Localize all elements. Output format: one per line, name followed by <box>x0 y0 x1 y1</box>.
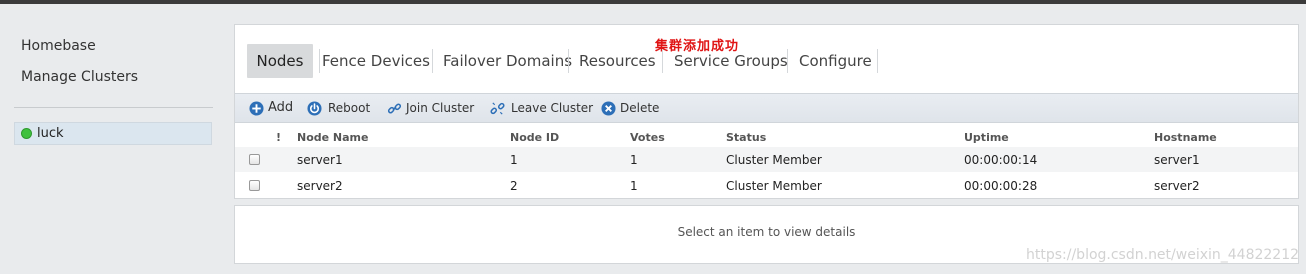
col-header-uptime[interactable]: Uptime <box>964 131 1009 144</box>
toolbar: Add Reboot Join Cluster Leave Cluster De… <box>235 93 1298 123</box>
sidebar-divider <box>14 107 213 108</box>
join-cluster-label: Join Cluster <box>406 101 475 115</box>
row-checkbox[interactable] <box>249 180 260 191</box>
cluster-name: luck <box>37 126 64 141</box>
col-header-node-name[interactable]: Node Name <box>297 131 368 144</box>
link-icon <box>387 103 402 114</box>
table-row[interactable]: server2 2 1 Cluster Member 00:00:00:28 s… <box>235 173 1298 198</box>
tab-resources[interactable]: Resources <box>579 44 656 78</box>
tab-bar: 集群添加成功 Nodes Fence Devices Failover Doma… <box>235 25 1298 93</box>
details-placeholder: Select an item to view details <box>677 225 856 239</box>
unlink-icon <box>490 102 505 115</box>
nav-manage-clusters[interactable]: Manage Clusters <box>21 69 138 85</box>
tab-separator <box>787 49 788 73</box>
cell-uptime: 00:00:00:14 <box>964 153 1038 167</box>
cell-hostname: server1 <box>1154 153 1200 167</box>
add-label: Add <box>268 100 294 115</box>
col-header-status[interactable]: Status <box>726 131 766 144</box>
col-header-votes[interactable]: Votes <box>630 131 665 144</box>
tab-separator <box>662 49 663 73</box>
tab-configure[interactable]: Configure <box>799 44 872 78</box>
cell-status: Cluster Member <box>726 153 822 167</box>
cell-votes: 1 <box>630 153 638 167</box>
cell-node-id: 1 <box>510 153 518 167</box>
cell-hostname: server2 <box>1154 179 1200 193</box>
tab-nodes[interactable]: Nodes <box>247 44 313 78</box>
tab-separator <box>432 49 433 73</box>
delete-label: Delete <box>620 101 660 115</box>
nodes-panel: 集群添加成功 Nodes Fence Devices Failover Doma… <box>234 24 1299 199</box>
tab-separator <box>568 49 569 73</box>
watermark: https://blog.csdn.net/weixin_44822212 <box>1026 247 1300 263</box>
plus-circle-icon <box>249 101 264 116</box>
cluster-item-luck[interactable]: luck <box>14 122 212 145</box>
cell-node-name: server1 <box>297 153 343 167</box>
col-header-hostname[interactable]: Hostname <box>1154 131 1217 144</box>
x-circle-icon <box>601 101 616 116</box>
cluster-status-icon <box>21 128 32 139</box>
tab-service-groups[interactable]: Service Groups <box>674 44 788 78</box>
power-icon <box>307 101 322 116</box>
tab-separator <box>877 49 878 73</box>
sidebar: Homebase Manage Clusters luck <box>0 4 228 274</box>
col-header-status-flag[interactable]: ! <box>276 131 281 144</box>
table-row[interactable]: server1 1 1 Cluster Member 00:00:00:14 s… <box>235 147 1298 172</box>
nav-homebase[interactable]: Homebase <box>21 38 96 54</box>
cell-node-id: 2 <box>510 179 518 193</box>
tab-separator <box>319 49 320 73</box>
row-checkbox[interactable] <box>249 154 260 165</box>
reboot-label: Reboot <box>328 101 371 115</box>
cell-uptime: 00:00:00:28 <box>964 179 1038 193</box>
cell-votes: 1 <box>630 179 638 193</box>
col-header-node-id[interactable]: Node ID <box>510 131 559 144</box>
cell-node-name: server2 <box>297 179 343 193</box>
cell-status: Cluster Member <box>726 179 822 193</box>
tab-fence-devices[interactable]: Fence Devices <box>322 44 430 78</box>
tab-failover-domains[interactable]: Failover Domains <box>443 44 572 78</box>
leave-cluster-label: Leave Cluster <box>511 101 594 115</box>
